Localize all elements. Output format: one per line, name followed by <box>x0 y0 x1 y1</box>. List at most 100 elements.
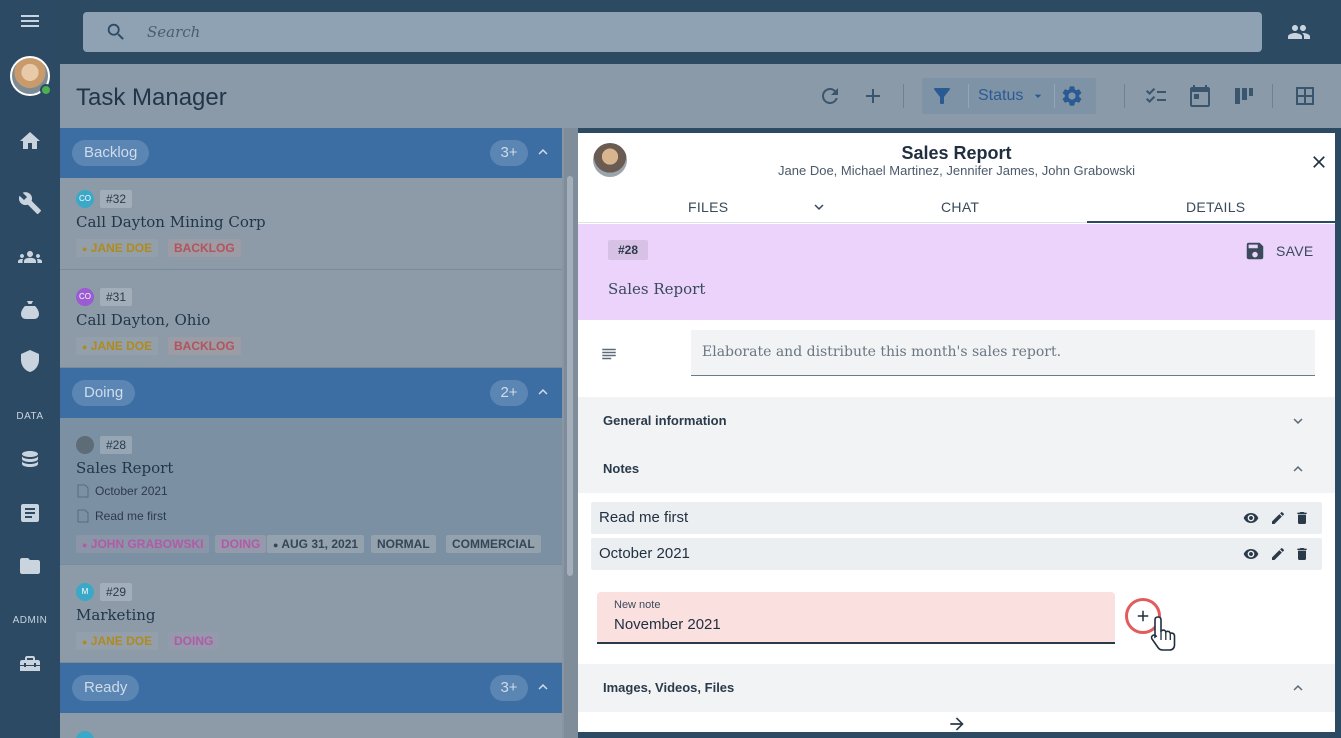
delete-icon[interactable] <box>1294 510 1310 526</box>
panel-title: Sales Report <box>901 143 1012 163</box>
tag-status: BACKLOG <box>168 239 241 257</box>
clock-icon: ● <box>273 540 279 550</box>
checklist-icon[interactable] <box>1144 84 1168 108</box>
group-header-doing[interactable]: Doing 2+ <box>60 368 562 418</box>
database-icon[interactable] <box>18 448 42 472</box>
tab-chat[interactable]: CHAT <box>941 199 979 215</box>
save-icon <box>1246 242 1264 260</box>
refresh-icon[interactable] <box>818 84 842 108</box>
search-placeholder: Search <box>147 23 201 41</box>
tag-status: BACKLOG <box>168 337 241 355</box>
group-count: 2+ <box>490 380 528 406</box>
task-title: Sales Report <box>76 459 174 477</box>
tag-priority: NORMAL <box>371 535 436 553</box>
edit-icon[interactable] <box>1270 510 1286 526</box>
tag-person: ● JOHN GRABOWSKI <box>76 535 210 553</box>
note-row[interactable]: Read me first <box>591 502 1322 534</box>
assignee-avatar: M <box>76 583 94 601</box>
eye-icon[interactable] <box>1243 546 1259 562</box>
tag-person-label: JANE DOE <box>90 634 153 648</box>
new-note-field[interactable]: New note November 2021 <box>597 592 1115 644</box>
money-bag-icon[interactable] <box>18 298 42 322</box>
board-scrollbar[interactable] <box>564 128 578 738</box>
task-title: Marketing <box>76 606 156 624</box>
chevron-down-icon[interactable] <box>1289 412 1307 430</box>
kanban-icon[interactable] <box>1232 84 1256 108</box>
home-icon[interactable] <box>18 129 42 153</box>
save-button[interactable]: SAVE <box>1244 240 1334 262</box>
document-icon <box>77 484 89 498</box>
task-card[interactable] <box>60 713 562 738</box>
group-header-ready[interactable]: Ready 3+ <box>60 663 562 713</box>
section-label-data: DATA <box>16 411 44 422</box>
settings-icon[interactable] <box>1060 84 1084 108</box>
toolbar-divider <box>1272 84 1273 108</box>
assignee-avatar: CO <box>76 288 94 306</box>
task-card-selected[interactable]: #28 Sales Report October 2021 Read me fi… <box>60 418 562 565</box>
task-number: #29 <box>100 583 133 601</box>
filter-divider <box>968 84 969 108</box>
wrench-icon[interactable] <box>18 191 42 215</box>
add-icon[interactable] <box>861 84 885 108</box>
edit-icon[interactable] <box>1270 546 1286 562</box>
assignee-avatar: CO <box>76 190 94 208</box>
task-number: #28 <box>100 436 133 454</box>
page-header: Task Manager Status <box>60 64 1341 128</box>
task-title: Call Dayton, Ohio <box>76 311 211 329</box>
calendar-icon[interactable] <box>1188 84 1212 108</box>
delete-icon[interactable] <box>1294 546 1310 562</box>
new-note-label: New note <box>614 599 661 611</box>
group-label: Doing <box>72 380 136 406</box>
tag-person: ● JANE DOE <box>76 239 159 257</box>
menu-icon[interactable] <box>18 9 42 33</box>
arrow-right-icon[interactable] <box>947 714 967 732</box>
people-icon[interactable] <box>1287 20 1311 44</box>
search-input[interactable]: Search <box>83 12 1262 52</box>
task-card[interactable]: CO #32 Call Dayton Mining Corp ● JANE DO… <box>60 178 562 270</box>
description-field[interactable]: Elaborate and distribute this month's sa… <box>691 330 1315 376</box>
filter-group: Status <box>922 78 1096 114</box>
tag-person: ● JANE DOE <box>76 337 159 355</box>
document-icon <box>77 509 89 523</box>
tag-status: DOING <box>215 535 267 553</box>
assignee-avatar <box>76 436 94 454</box>
task-card[interactable]: CO #31 Call Dayton, Ohio ● JANE DOE BACK… <box>60 270 562 368</box>
shield-icon[interactable] <box>18 349 42 373</box>
chevron-up-icon[interactable] <box>534 143 552 161</box>
note-row[interactable]: October 2021 <box>591 538 1322 570</box>
group-header-backlog[interactable]: Backlog 3+ <box>60 128 562 178</box>
chevron-up-icon[interactable] <box>1289 679 1307 697</box>
tab-details[interactable]: DETAILS <box>1186 199 1245 215</box>
tag-person: ● JANE DOE <box>76 632 159 650</box>
toolbar-divider <box>903 84 904 108</box>
eye-icon[interactable] <box>1243 510 1259 526</box>
chevron-down-icon[interactable] <box>810 198 828 216</box>
tab-files[interactable]: FILES <box>688 199 728 215</box>
page-title: Task Manager <box>76 84 227 111</box>
chevron-up-icon[interactable] <box>1289 460 1307 478</box>
section-images-videos-files[interactable]: Images, Videos, Files <box>578 664 1335 712</box>
article-icon[interactable] <box>18 501 42 525</box>
section-label: Images, Videos, Files <box>603 680 735 695</box>
filter-icon[interactable] <box>930 84 954 108</box>
toolbar-divider <box>1124 84 1125 108</box>
search-icon <box>107 23 124 40</box>
task-card[interactable]: M #29 Marketing ● JANE DOE DOING <box>60 565 562 663</box>
status-filter-dropdown[interactable]: Status <box>978 87 1023 105</box>
section-notes[interactable]: Notes <box>578 445 1335 493</box>
person-icon: ● <box>82 637 88 647</box>
folder-icon[interactable] <box>18 554 42 578</box>
close-icon[interactable] <box>1309 152 1329 172</box>
table-view-icon[interactable] <box>1293 84 1317 108</box>
chevron-up-icon[interactable] <box>534 678 552 696</box>
task-title: Call Dayton Mining Corp <box>76 213 266 231</box>
chevron-up-icon[interactable] <box>534 383 552 401</box>
section-general-information[interactable]: General information <box>578 397 1335 445</box>
scrollbar-thumb[interactable] <box>567 176 573 576</box>
team-icon[interactable] <box>18 245 42 269</box>
task-name[interactable]: Sales Report <box>608 280 705 298</box>
panel-tabs: FILES CHAT DETAILS <box>578 193 1335 223</box>
toolbox-icon[interactable] <box>18 652 42 676</box>
caret-down-icon[interactable] <box>1030 88 1046 104</box>
description-text: Elaborate and distribute this month's sa… <box>702 344 1062 360</box>
